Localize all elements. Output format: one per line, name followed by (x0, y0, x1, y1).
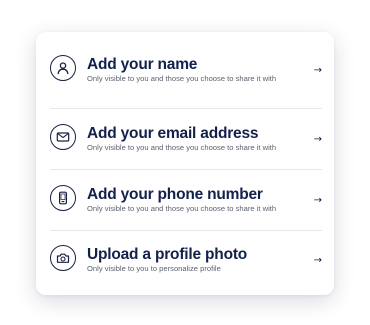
arrow-right-icon[interactable]: → (308, 255, 322, 266)
mail-icon (50, 124, 76, 150)
arrow-right-icon[interactable]: → (308, 65, 322, 76)
add-email-title: Add your email address (87, 124, 259, 142)
profile-setup-card: Add your name Only visible to you and th… (36, 32, 334, 295)
add-phone-title: Add your phone number (87, 185, 263, 203)
upload-photo-title: Upload a profile photo (87, 245, 248, 263)
add-name-text: Add your name Only visible to you and th… (87, 56, 302, 85)
add-email-text: Add your email address Only visible to y… (87, 125, 302, 154)
arrow-right-icon[interactable]: → (308, 134, 322, 145)
add-email-item[interactable]: Add your email address Only visible to y… (50, 109, 322, 170)
upload-photo-item[interactable]: Upload a profile photo Only visible to y… (50, 231, 322, 289)
add-name-description: Only visible to you and those you choose… (87, 73, 277, 83)
add-name-title: Add your name (87, 55, 198, 73)
arrow-right-icon[interactable]: → (308, 195, 322, 206)
upload-photo-description: Only visible to you to personalize profi… (87, 263, 221, 273)
add-phone-item[interactable]: Add your phone number Only visible to yo… (50, 170, 322, 231)
person-icon (50, 55, 76, 81)
add-email-description: Only visible to you and those you choose… (87, 142, 277, 152)
upload-photo-text: Upload a profile photo Only visible to y… (87, 246, 302, 275)
camera-icon (50, 245, 76, 271)
add-phone-text: Add your phone number Only visible to yo… (87, 186, 302, 215)
phone-icon (50, 185, 76, 211)
add-name-item[interactable]: Add your name Only visible to you and th… (50, 32, 322, 109)
add-phone-description: Only visible to you and those you choose… (87, 203, 277, 213)
